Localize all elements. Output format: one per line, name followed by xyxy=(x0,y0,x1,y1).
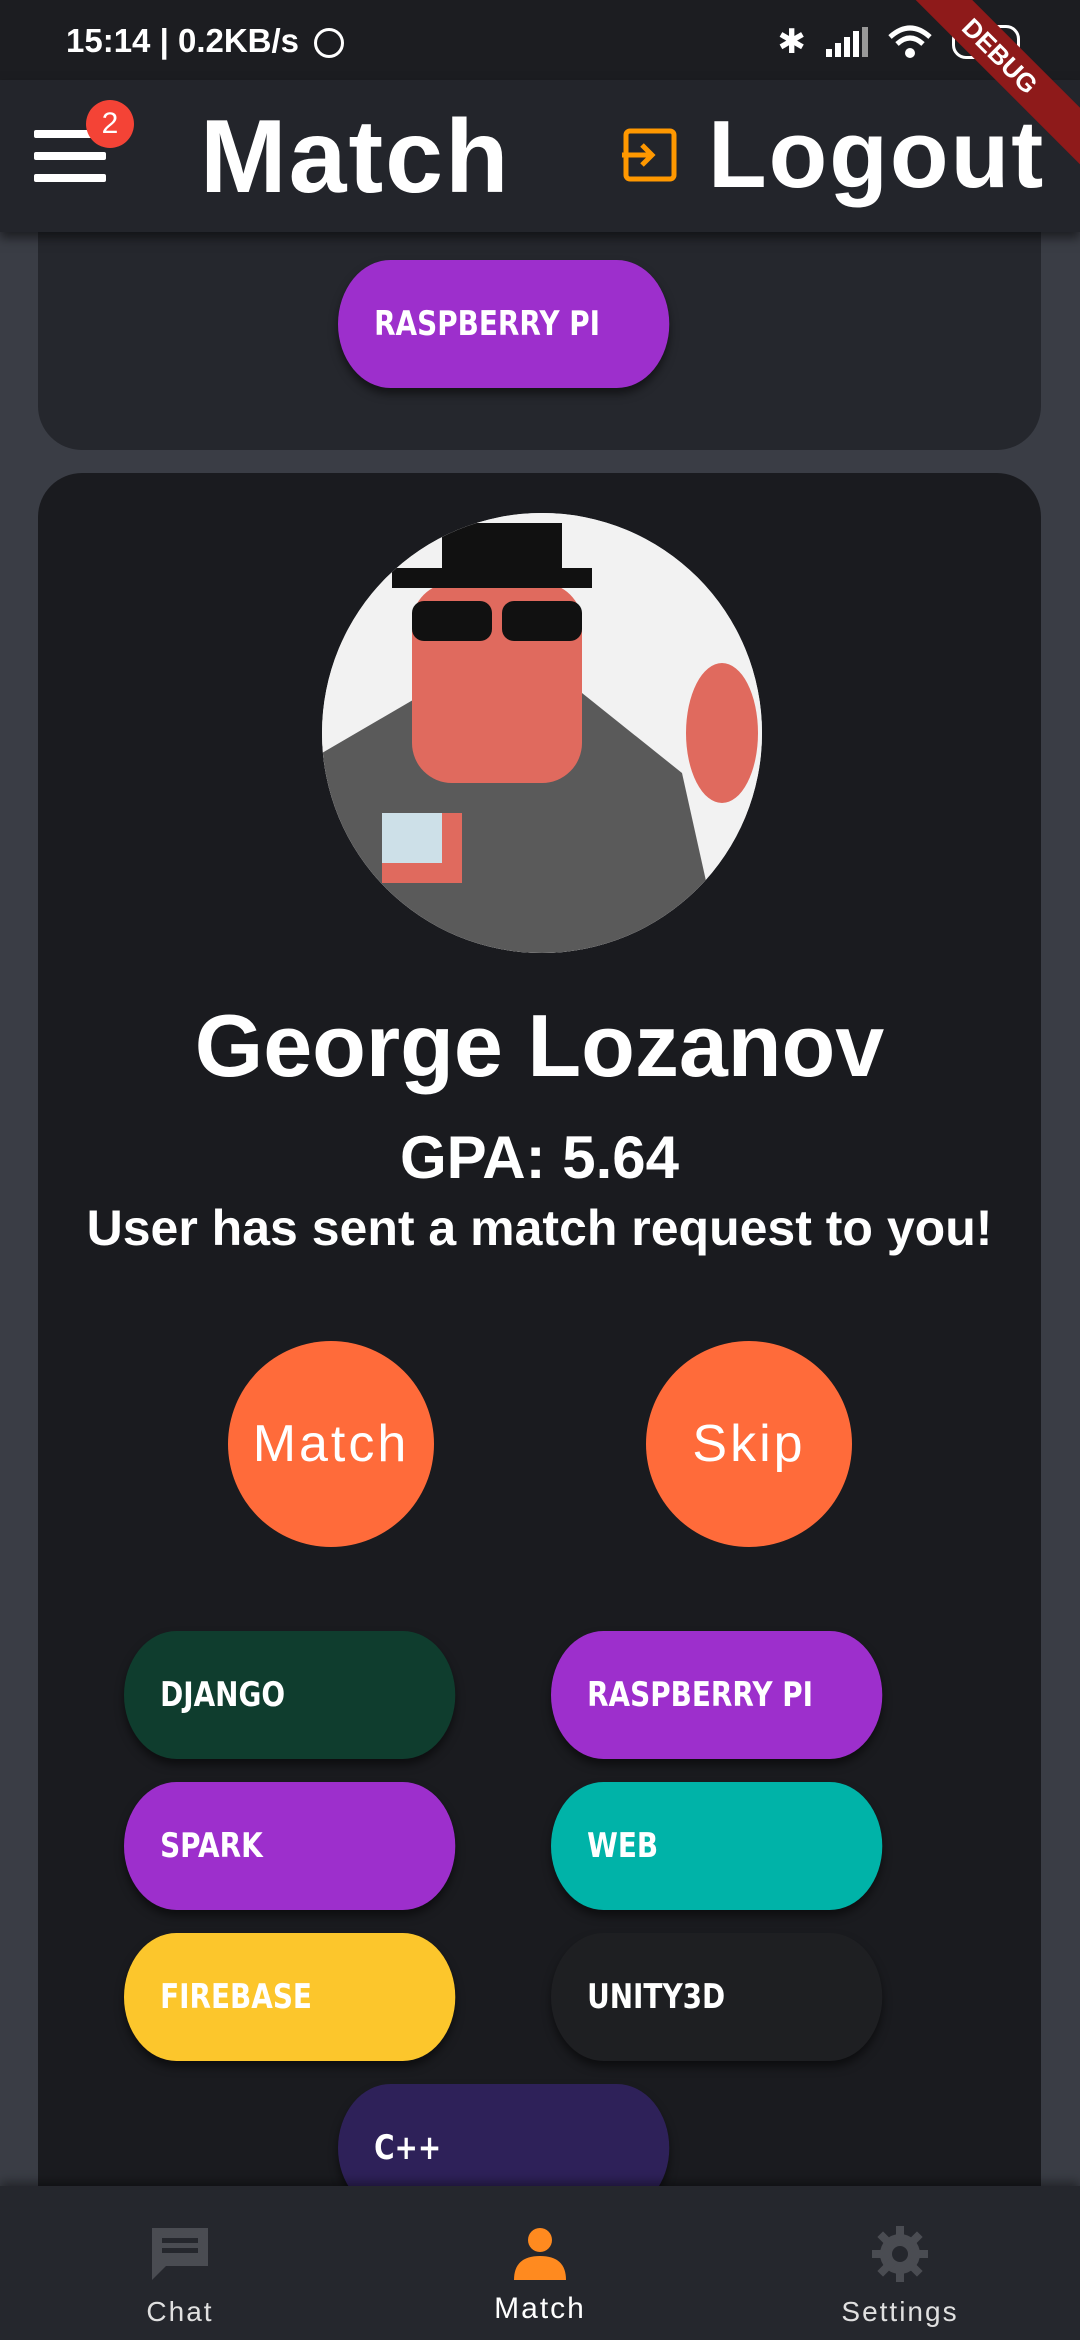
wifi-icon xyxy=(888,25,932,58)
nav-settings[interactable]: Settings xyxy=(720,2186,1080,2340)
login-icon xyxy=(622,128,677,182)
status-bar: 15:14 | 0.2KB/s ✱ 36 xyxy=(0,0,1080,80)
avatar-image xyxy=(322,513,762,953)
profile-gpa: GPA: 5.64 xyxy=(400,1124,679,1191)
nav-chat[interactable]: Chat xyxy=(0,2186,360,2340)
person-icon xyxy=(514,2228,566,2280)
nav-settings-label: Settings xyxy=(841,2296,959,2327)
nav-match[interactable]: Match xyxy=(360,2186,720,2340)
app-bar: 2 Match Logout xyxy=(0,80,1080,232)
profile-card: George Lozanov GPA: 5.64 User has sent a… xyxy=(38,473,1041,2333)
menu-icon-bar xyxy=(34,152,106,160)
signal-icon xyxy=(826,27,868,57)
avatar xyxy=(322,513,762,953)
tag-chip: Raspberry Pi xyxy=(551,1631,883,1759)
menu-icon-bar xyxy=(34,174,106,182)
skip-button[interactable]: Skip xyxy=(646,1341,852,1547)
match-request-notice: User has sent a match request to you! xyxy=(86,1200,993,1256)
bottom-navigation: Chat Match Settings xyxy=(0,2186,1080,2340)
bluetooth-icon: ✱ xyxy=(777,23,807,61)
tag-chip: Unity3D xyxy=(551,1933,883,2061)
tag-chip: Web Development xyxy=(551,1782,883,1994)
profile-name: George Lozanov xyxy=(194,996,885,1095)
alarm-icon xyxy=(314,28,345,58)
gear-icon xyxy=(872,2226,928,2282)
page-title: Match xyxy=(200,99,511,215)
tag-chip: Raspberry Pi xyxy=(338,260,670,388)
chat-icon xyxy=(152,2228,208,2280)
tag-chip: Django xyxy=(124,1631,456,1759)
logout-label: Logout xyxy=(708,101,1046,208)
tag-chip: Spark xyxy=(124,1782,456,1910)
notification-badge: 2 xyxy=(86,100,134,148)
tag-chip: Firebase xyxy=(124,1933,456,2061)
nav-match-label: Match xyxy=(494,2292,586,2325)
status-time: 15:14 | 0.2KB/s xyxy=(66,22,345,60)
status-time-speed: 15:14 | 0.2KB/s xyxy=(66,22,300,59)
logout-button[interactable]: Logout xyxy=(622,100,1045,210)
nav-chat-label: Chat xyxy=(146,2296,214,2327)
match-button[interactable]: Match xyxy=(228,1341,434,1547)
